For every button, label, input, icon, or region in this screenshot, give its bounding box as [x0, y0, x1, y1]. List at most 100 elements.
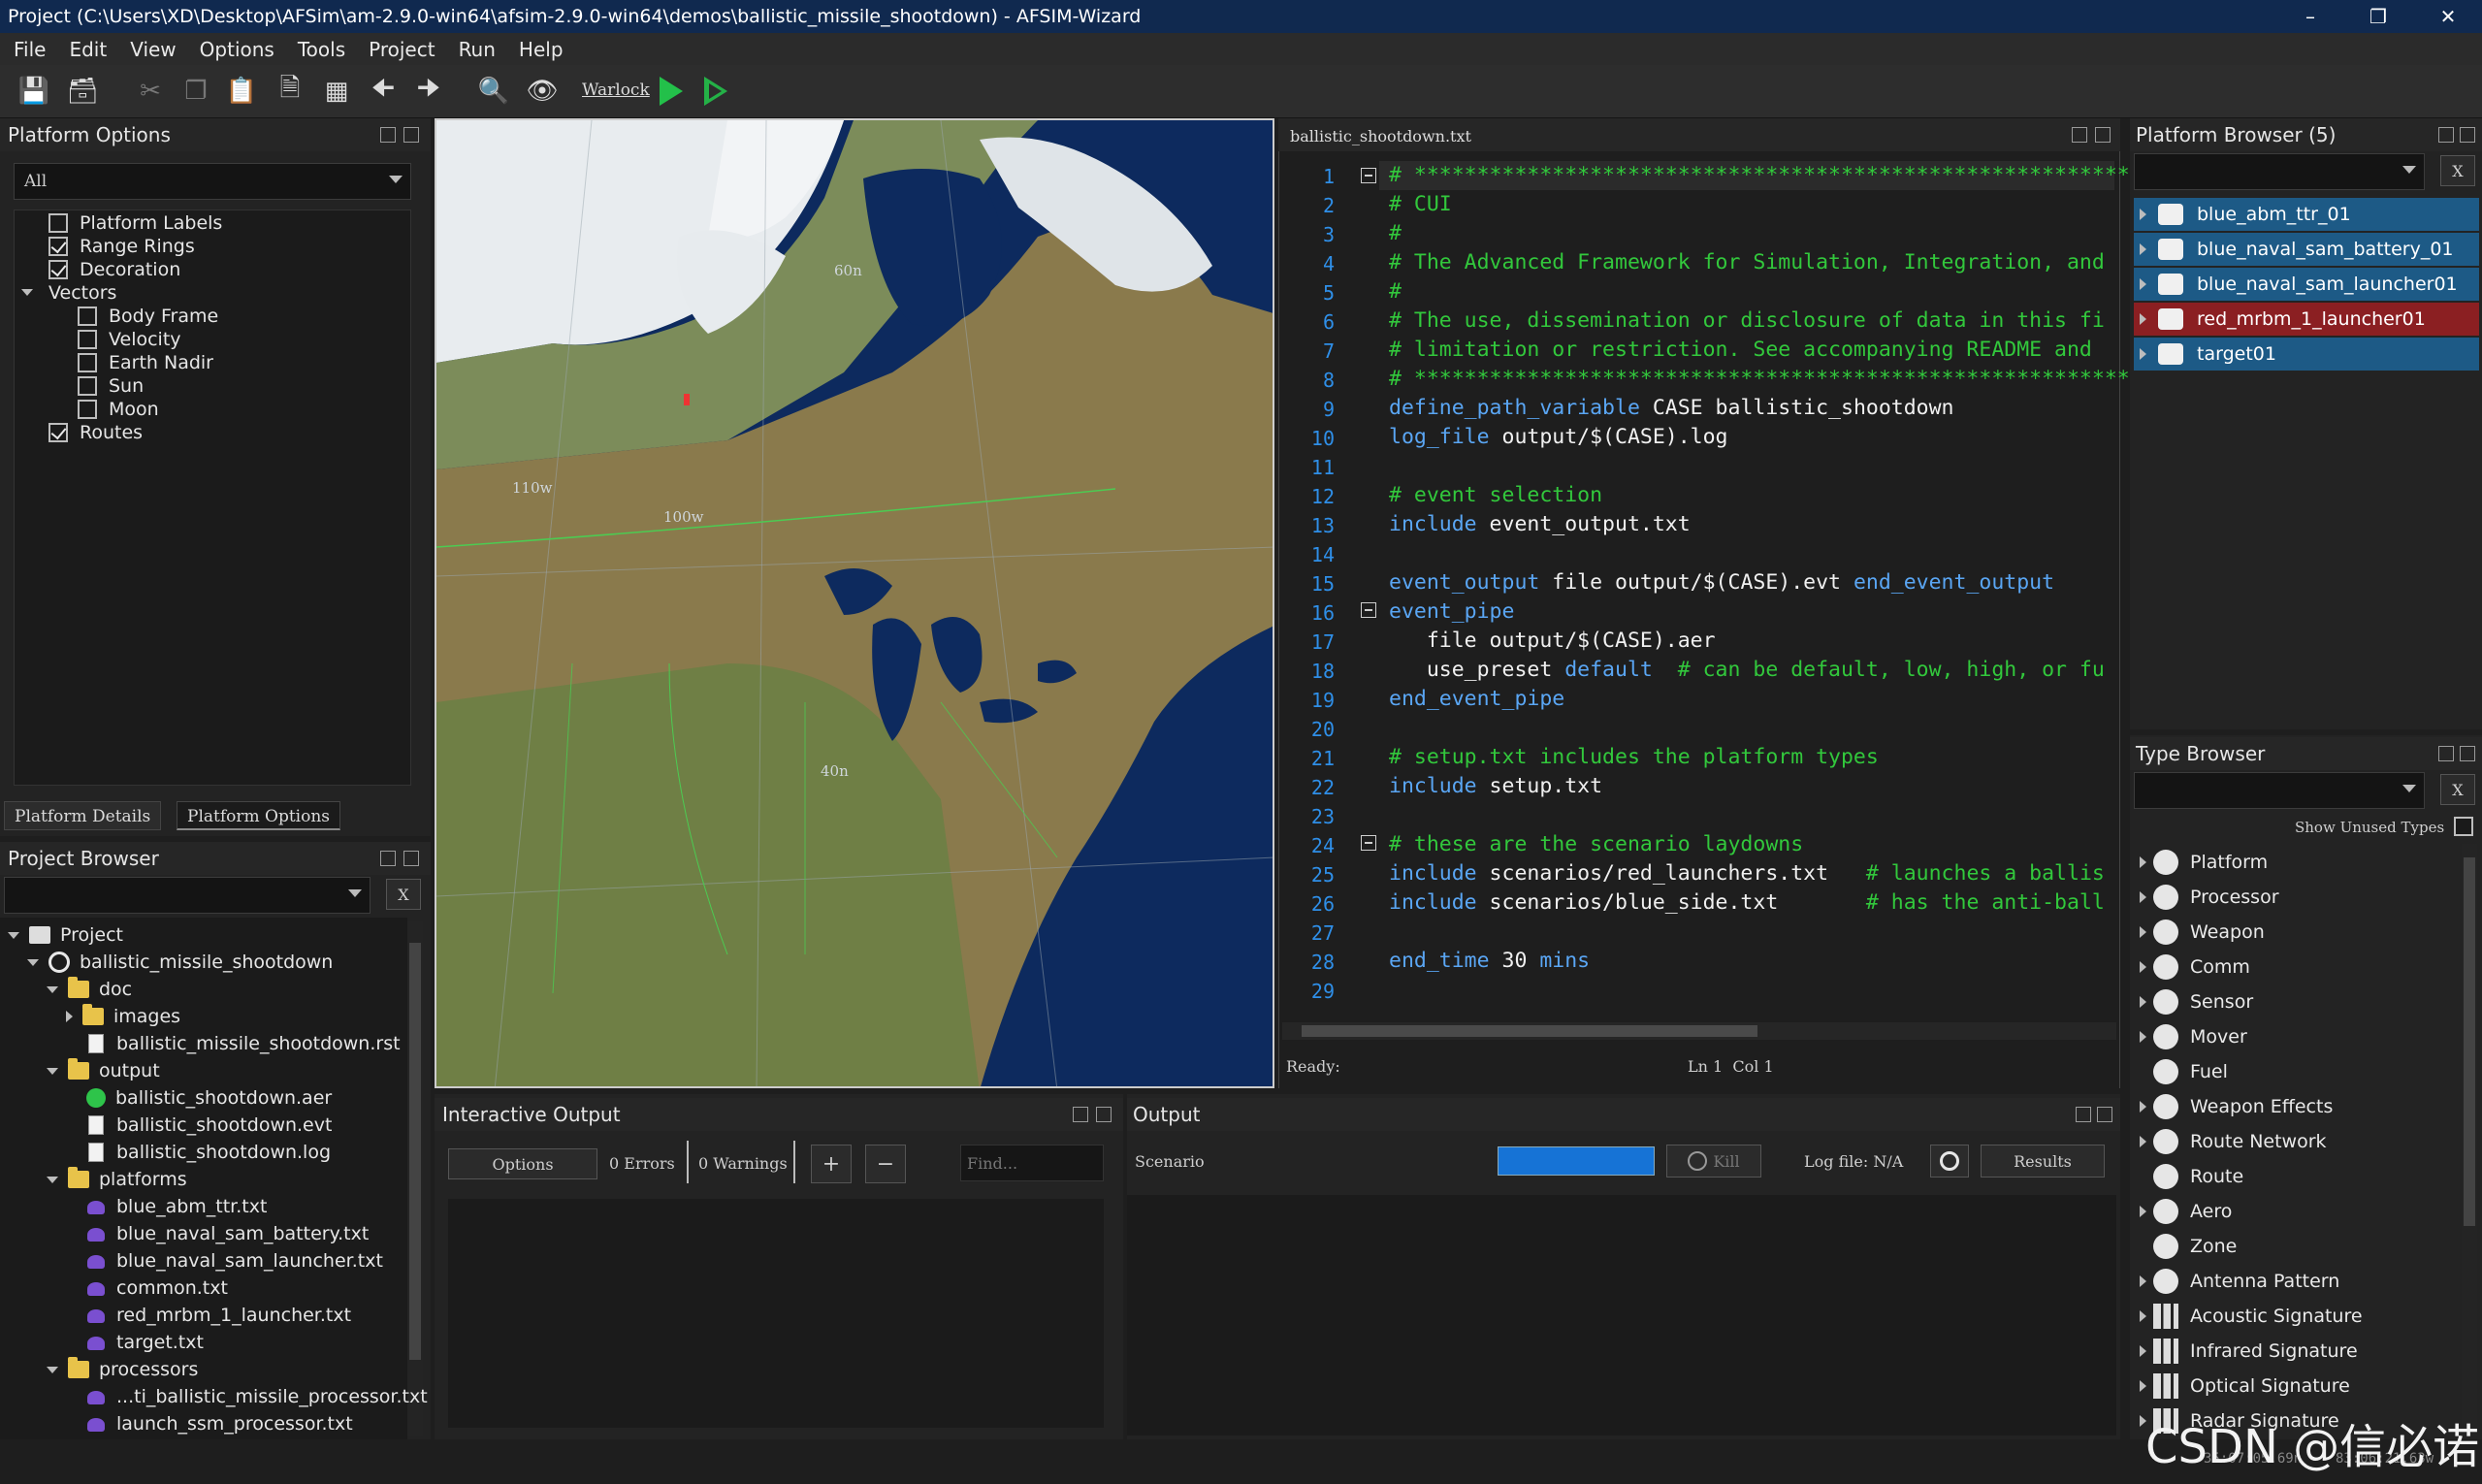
tree-row[interactable]: common.txt — [85, 1274, 228, 1302]
expand-icon[interactable] — [47, 1176, 58, 1183]
moon-checkbox[interactable] — [78, 400, 97, 419]
tree-row[interactable]: ballistic_shootdown.evt — [85, 1112, 332, 1139]
minimize-button[interactable]: – — [2281, 0, 2339, 33]
kill-button[interactable]: Kill — [1666, 1145, 1761, 1178]
options-button[interactable]: Options — [448, 1148, 597, 1179]
expand-icon[interactable] — [2140, 1345, 2146, 1357]
tree-row[interactable]: blue_abm_ttr.txt — [85, 1193, 267, 1220]
tree-row[interactable]: ballistic_shootdown.aer — [85, 1084, 332, 1112]
platform-item[interactable]: target01 — [2134, 338, 2479, 371]
cut-icon[interactable]: ✂ — [134, 75, 167, 108]
float-icon[interactable] — [2072, 127, 2087, 143]
close-icon[interactable] — [403, 127, 419, 143]
tree-row[interactable]: target.txt — [85, 1329, 204, 1356]
close-icon[interactable] — [2460, 746, 2475, 761]
float-icon[interactable] — [2076, 1107, 2091, 1122]
code-line[interactable]: # limitation or restriction. See accompa… — [1389, 338, 2092, 362]
type-item[interactable]: Optical Signature — [2134, 1370, 2350, 1403]
menu-options[interactable]: Options — [200, 38, 274, 61]
show-unused-types-checkbox[interactable] — [2454, 817, 2473, 836]
expand-icon[interactable] — [2140, 1380, 2146, 1392]
platform-filter-select[interactable]: All — [14, 163, 411, 200]
back-arrow-icon[interactable]: 🠈 — [367, 74, 400, 108]
type-item[interactable]: Mover — [2134, 1020, 2247, 1053]
code-line[interactable]: # event selection — [1389, 483, 1602, 507]
refresh-button[interactable] — [1930, 1145, 1969, 1178]
float-icon[interactable] — [2438, 746, 2454, 761]
expand-icon[interactable] — [2140, 313, 2146, 325]
tree-row[interactable]: output — [47, 1057, 160, 1084]
tree-row[interactable]: processors — [47, 1356, 198, 1383]
type-browser-scrollbar[interactable] — [2462, 844, 2477, 1436]
code-line[interactable]: use_preset default # can be default, low… — [1389, 658, 2105, 682]
collapse-icon[interactable] — [66, 1011, 73, 1022]
tree-row[interactable]: ...ti_ballistic_missile_processor.txt — [85, 1383, 428, 1410]
close-icon[interactable] — [2460, 127, 2475, 143]
warlock-button[interactable]: Warlock — [582, 81, 650, 100]
tab-platform-details[interactable]: Platform Details — [4, 801, 162, 830]
code-line[interactable]: # **************************************… — [1389, 367, 2205, 391]
float-icon[interactable] — [380, 127, 396, 143]
expand-icon[interactable] — [2140, 961, 2146, 973]
close-icon[interactable] — [2097, 1107, 2112, 1122]
fold-toggle-icon[interactable] — [1361, 602, 1376, 618]
tree-row[interactable]: Project — [8, 921, 123, 949]
code-line[interactable]: include event_output.txt — [1389, 512, 1691, 536]
expand-icon[interactable] — [47, 1067, 58, 1075]
expand-all-button[interactable]: + — [811, 1145, 852, 1183]
type-item[interactable]: Comm — [2134, 951, 2250, 984]
expand-icon[interactable] — [2140, 1136, 2146, 1147]
menu-file[interactable]: File — [14, 38, 46, 61]
type-item[interactable]: Aero — [2134, 1195, 2232, 1228]
eye-icon[interactable]: 👁 — [526, 75, 559, 108]
code-line[interactable]: file output/$(CASE).aer — [1389, 629, 1716, 653]
expand-icon[interactable] — [47, 985, 58, 993]
scrollbar-thumb[interactable] — [409, 943, 421, 1360]
expand-icon[interactable] — [2140, 1310, 2146, 1322]
code-line[interactable]: # — [1389, 279, 1402, 304]
type-item[interactable]: Antenna Pattern — [2134, 1265, 2339, 1298]
close-icon[interactable] — [2095, 127, 2111, 143]
interactive-output-area[interactable] — [448, 1199, 1104, 1428]
expand-icon[interactable] — [8, 931, 19, 939]
float-icon[interactable] — [380, 851, 396, 866]
code-line[interactable]: include scenarios/red_launchers.txt # la… — [1389, 861, 2105, 886]
save-all-icon[interactable]: 🗃 — [66, 75, 99, 108]
code-line[interactable]: define_path_variable CASE ballistic_shoo… — [1389, 396, 1954, 420]
decoration-checkbox[interactable] — [48, 260, 68, 279]
print-icon[interactable]: 🗎 — [274, 74, 306, 108]
clear-type-filter-button[interactable]: X — [2440, 774, 2475, 805]
platform-filter-input[interactable] — [2134, 153, 2425, 190]
fold-toggle-icon[interactable] — [1361, 168, 1376, 183]
tree-row[interactable]: red_mrbm_1_launcher.txt — [85, 1302, 351, 1329]
expand-icon[interactable] — [2140, 278, 2146, 290]
type-item[interactable]: Weapon — [2134, 916, 2265, 949]
expand-icon[interactable] — [2140, 1101, 2146, 1113]
type-item[interactable]: Infrared Signature — [2134, 1335, 2358, 1368]
code-line[interactable]: # The Advanced Framework for Simulation,… — [1389, 250, 2105, 274]
clear-filter-button[interactable]: X — [386, 879, 421, 910]
body-frame-checkbox[interactable] — [78, 306, 97, 326]
clear-platform-filter-button[interactable]: X — [2440, 155, 2475, 186]
earth-nadir-checkbox[interactable] — [78, 353, 97, 372]
scrollbar-thumb[interactable] — [1302, 1025, 1757, 1037]
code-line[interactable]: event_pipe — [1389, 599, 1514, 624]
code-line[interactable]: # these are the scenario laydowns — [1389, 832, 1803, 856]
fold-toggle-icon[interactable] — [1361, 835, 1376, 851]
grid-icon[interactable]: ▦ — [320, 75, 353, 108]
expand-icon[interactable] — [2140, 891, 2146, 903]
code-line[interactable]: event_output file output/$(CASE).evt end… — [1389, 570, 2054, 595]
tab-platform-options[interactable]: Platform Options — [177, 801, 341, 830]
type-filter-input[interactable] — [2134, 772, 2425, 809]
editor-horizontal-scrollbar[interactable] — [1282, 1022, 2116, 1040]
type-item[interactable]: Platform — [2134, 846, 2268, 879]
range-rings-checkbox[interactable] — [48, 237, 68, 256]
find-input[interactable] — [960, 1145, 1104, 1181]
close-window-button[interactable]: ✕ — [2419, 0, 2477, 33]
project-filter-input[interactable] — [4, 877, 371, 914]
platform-item[interactable]: blue_naval_sam_battery_01 — [2134, 233, 2479, 266]
code-line[interactable]: end_time 30 mins — [1389, 949, 1590, 973]
menu-tools[interactable]: Tools — [298, 38, 345, 61]
expand-icon[interactable] — [2140, 926, 2146, 938]
save-icon[interactable]: 💾 — [17, 75, 50, 108]
